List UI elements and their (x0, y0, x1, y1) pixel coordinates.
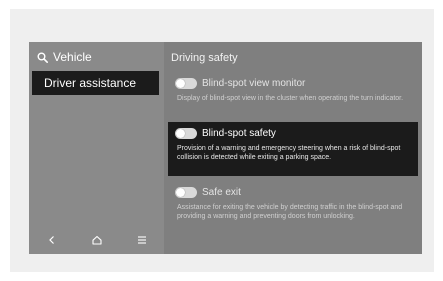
option-blind-spot-safety[interactable]: Blind-spot safety Provision of a warning… (168, 122, 418, 176)
sidebar-header-label: Vehicle (53, 50, 92, 64)
option-description: Provision of a warning and emergency ste… (177, 145, 401, 161)
menu-icon[interactable] (132, 230, 152, 250)
option-label: Blind-spot safety (202, 127, 276, 139)
option-label: Safe exit (202, 186, 241, 198)
option-label: Blind-spot view monitor (202, 77, 306, 89)
option-description: Assistance for exiting the vehicle by de… (177, 204, 403, 220)
infotainment-screen: Vehicle Driver assistance Driving safety… (29, 42, 422, 254)
option-description: Display of blind-spot view in the cluste… (177, 95, 404, 102)
sidebar-item-driver-assistance[interactable]: Driver assistance (32, 71, 159, 95)
toggle-switch[interactable] (175, 186, 197, 198)
option-header: Safe exit (175, 185, 412, 199)
option-header: Blind-spot safety (175, 126, 412, 140)
toggle-switch[interactable] (175, 77, 197, 89)
section-title: Driving safety (171, 52, 238, 64)
home-icon[interactable] (87, 230, 107, 250)
sidebar-item-label: Driver assistance (44, 76, 137, 90)
option-safe-exit[interactable]: Safe exit Assistance for exiting the veh… (168, 181, 418, 225)
toggle-switch[interactable] (175, 127, 197, 139)
search-icon[interactable] (37, 52, 48, 63)
sidebar: Vehicle Driver assistance (29, 42, 164, 254)
toggle-knob (176, 187, 185, 197)
back-chevron-icon[interactable] (42, 230, 62, 250)
bottom-nav-bar (29, 226, 164, 254)
toggle-knob (176, 78, 185, 88)
sidebar-header[interactable]: Vehicle (37, 49, 92, 65)
option-header: Blind-spot view monitor (175, 76, 412, 90)
toggle-knob (176, 128, 185, 138)
option-blind-spot-view-monitor[interactable]: Blind-spot view monitor Display of blind… (168, 72, 418, 107)
